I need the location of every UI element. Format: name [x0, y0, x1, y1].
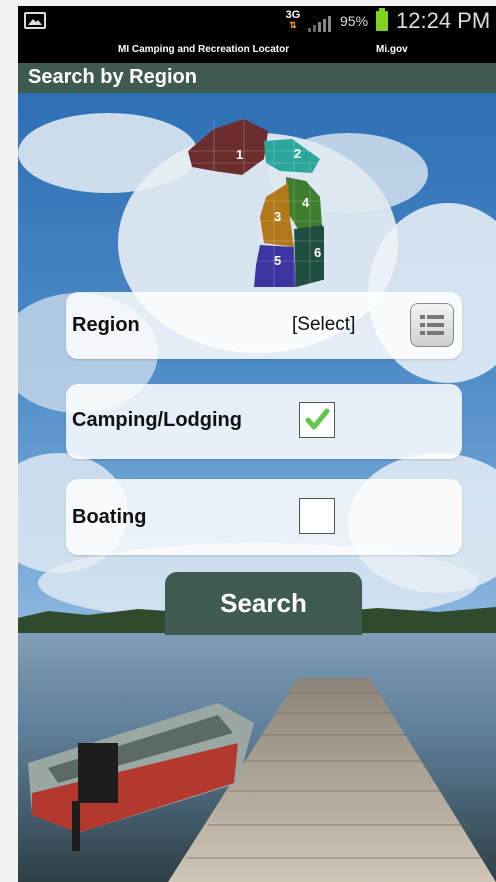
camping-lodging-label: Camping/Lodging — [72, 409, 242, 431]
region-1-label: 1 — [236, 147, 243, 162]
camping-lodging-row: Camping/Lodging — [66, 384, 462, 459]
region-6-label: 6 — [314, 245, 321, 260]
search-button[interactable]: Search — [165, 572, 362, 635]
clock: 12:24 PM — [396, 8, 491, 33]
page-header: Search by Region — [18, 63, 496, 93]
gallery-notification-icon — [24, 12, 46, 29]
region-3-label: 3 — [274, 209, 281, 224]
boating-row: Boating — [66, 479, 462, 555]
michigan-region-map[interactable]: 1 2 3 4 5 6 — [184, 101, 324, 291]
list-icon — [420, 315, 444, 335]
checkmark-icon — [305, 408, 330, 430]
phone-screen: 3G ⇅ 95% 12:24 PM MI Camping and Recreat… — [18, 6, 496, 882]
battery-icon — [376, 8, 388, 31]
region-1-shape[interactable] — [188, 119, 268, 175]
camping-lodging-checkbox[interactable] — [299, 402, 335, 438]
region-2-label: 2 — [294, 146, 301, 161]
region-value[interactable]: [Select] — [292, 314, 355, 336]
boating-checkbox[interactable] — [299, 498, 335, 534]
region-5-label: 5 — [274, 253, 281, 268]
region-4-label: 4 — [302, 195, 310, 210]
site-link[interactable]: Mi.gov — [376, 44, 408, 55]
network-indicator: 3G ⇅ — [284, 10, 302, 30]
status-bar: 3G ⇅ 95% 12:24 PM — [18, 6, 496, 36]
app-title-bar: MI Camping and Recreation Locator Mi.gov — [18, 36, 496, 63]
region-label: Region — [72, 314, 140, 336]
boating-label: Boating — [72, 506, 147, 528]
page-title: Search by Region — [28, 66, 197, 88]
background-scene: 1 2 3 4 5 6 Region [Select] Camping/Lodg… — [18, 93, 496, 882]
region-list-button[interactable] — [410, 303, 454, 347]
battery-percent: 95% — [340, 13, 369, 29]
region-selector-row[interactable]: Region [Select] — [66, 292, 462, 359]
app-title: MI Camping and Recreation Locator — [118, 44, 290, 55]
signal-strength-icon — [308, 16, 331, 32]
data-arrows-icon: ⇅ — [289, 20, 297, 30]
region-2-shape[interactable] — [264, 139, 320, 173]
